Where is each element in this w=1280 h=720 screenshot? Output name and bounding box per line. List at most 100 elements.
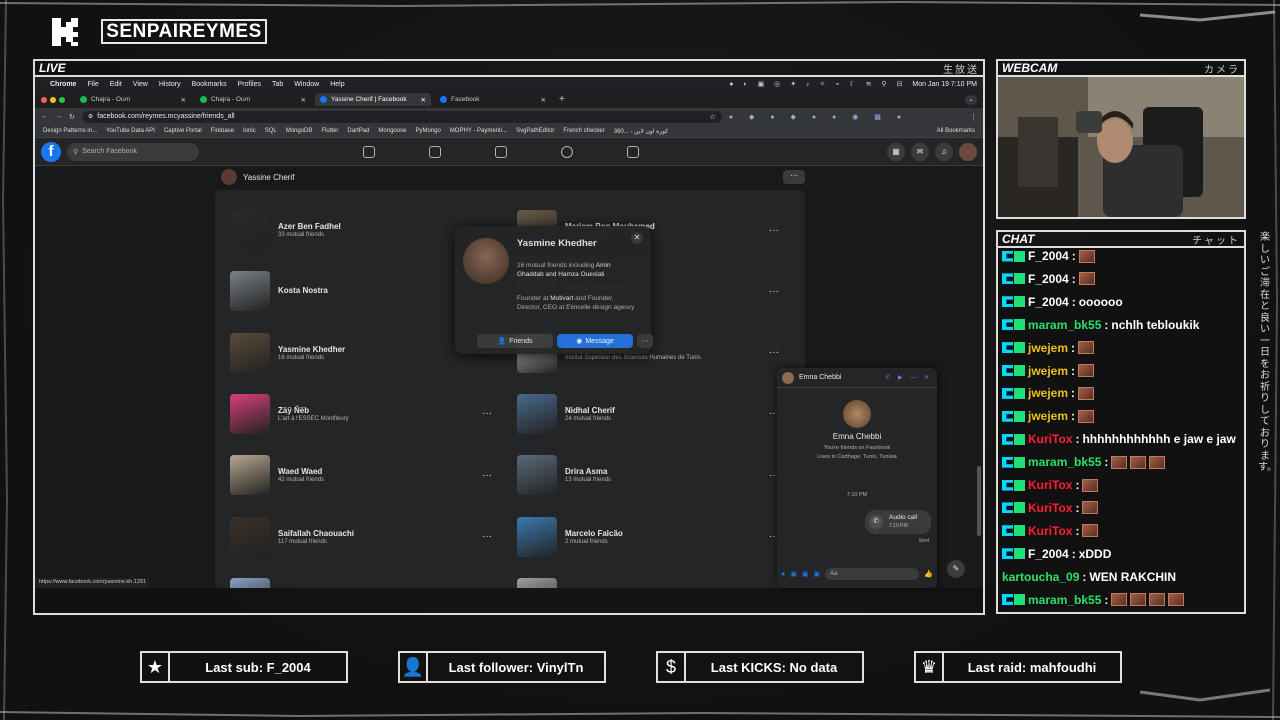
bookmark-item[interactable]: Ionic (243, 128, 256, 135)
facebook-logo-icon[interactable]: f (41, 141, 61, 162)
friend-name[interactable]: Yasmine Khedher (278, 345, 345, 354)
facebook-search[interactable]: ⚲ Search Facebook (67, 142, 199, 161)
bookmark-item[interactable]: SvgPathEditor (516, 128, 554, 135)
friend-card[interactable]: Zäÿ Ňëb L'art à l'ESSEC Montfleury ··· (230, 392, 500, 436)
chat-username[interactable]: F_2004 (1028, 249, 1069, 263)
profile-avatar[interactable] (221, 169, 237, 185)
hovercard-more-button[interactable]: ··· (637, 334, 653, 348)
chat-username[interactable]: KuriTox (1028, 501, 1072, 515)
chat-username[interactable]: jwejem (1028, 386, 1068, 400)
chat-username[interactable]: F_2004 (1028, 272, 1069, 286)
chat-username[interactable]: jwejem (1028, 364, 1068, 378)
page-scrollbar[interactable] (977, 466, 981, 536)
friend-photo[interactable] (230, 210, 270, 250)
menubar-item[interactable]: File (87, 81, 98, 88)
friend-photo[interactable] (230, 455, 270, 496)
browser-menu-icon[interactable]: ⋮ (970, 113, 977, 121)
image-icon[interactable]: ▣ (790, 570, 797, 578)
close-icon[interactable]: ✕ (631, 232, 643, 244)
bookmark-item[interactable]: MOPHY - Paymenti... (450, 128, 507, 135)
friend-name[interactable]: Azer Ben Fadhel (278, 222, 341, 231)
bookmark-item[interactable]: SQL (265, 128, 277, 135)
browser-tab[interactable]: Chajra - Oum ✕ (75, 93, 191, 106)
tab-search-icon[interactable]: ⌄ (965, 94, 977, 105)
message-button[interactable]: ◉ Message (557, 334, 633, 348)
tab-close-icon[interactable]: ✕ (181, 96, 186, 104)
friend-photo[interactable] (230, 516, 270, 557)
chat-username[interactable]: jwejem (1028, 409, 1068, 423)
friend-name[interactable]: Drira Asma (565, 467, 611, 476)
new-tab-button[interactable]: + (559, 94, 565, 105)
friend-card[interactable]: Marcelo Falcão 2 mutual friends ··· (517, 515, 787, 559)
mic-icon[interactable]: ● (781, 571, 785, 578)
tab-close-icon[interactable]: ✕ (541, 96, 546, 104)
menubar-item[interactable]: Profiles (238, 81, 261, 88)
bookmark-star-icon[interactable]: ☆ (710, 113, 716, 121)
friend-name[interactable]: Kosta Nostra (278, 286, 328, 295)
groups-icon[interactable] (561, 146, 573, 158)
friend-more-button[interactable]: ··· (769, 347, 779, 358)
friend-photo[interactable] (230, 271, 270, 312)
profile-name[interactable]: Yassine Cherif (243, 173, 294, 182)
friend-photo[interactable] (517, 516, 557, 557)
chat-controls-icons[interactable]: ✆ ▶ — ✕ (885, 374, 932, 381)
menubar-item[interactable]: Window (294, 81, 319, 88)
url-bar[interactable]: ⚙ facebook.com/reymes.mcyassine/friends_… (81, 110, 722, 123)
friend-more-button[interactable]: ··· (769, 286, 779, 297)
tab-close-icon[interactable]: ✕ (421, 96, 426, 104)
menubar-status-icons[interactable]: ● ◐ ▣ ◎ ✦ ♪ ✧ ⌁ ☾ ≋ ⚲ ⊟ (729, 80, 906, 88)
forward-icon[interactable]: → (55, 113, 62, 120)
friend-more-button[interactable]: ··· (482, 531, 492, 542)
friend-photo[interactable] (230, 577, 270, 588)
bookmark-item[interactable]: Flutter (321, 128, 338, 135)
bookmark-item[interactable]: Design Patterns in... (43, 128, 97, 135)
message-input[interactable]: Aa (825, 568, 920, 580)
sticker-icon[interactable]: ▣ (802, 570, 809, 578)
bookmark-item[interactable]: French checker (563, 128, 604, 135)
marketplace-icon[interactable] (495, 146, 507, 158)
chat-avatar[interactable] (782, 371, 794, 384)
new-message-button[interactable]: ✎ (947, 560, 965, 578)
gaming-icon[interactable] (627, 146, 639, 158)
chat-username[interactable]: KuriTox (1028, 478, 1072, 492)
friend-photo[interactable] (230, 393, 270, 434)
site-info-icon[interactable]: ⚙ (88, 113, 93, 120)
menubar-item[interactable]: Chrome (50, 81, 76, 88)
friend-more-button[interactable]: ··· (482, 408, 492, 419)
chat-username[interactable]: kartoucha_09 (1002, 570, 1079, 584)
gif-icon[interactable]: ▣ (813, 570, 820, 578)
friend-card[interactable]: Emna Selmi··· (230, 576, 500, 588)
audio-call-bubble[interactable]: ✆ Audio call 7:10 PM (865, 510, 931, 534)
friend-name[interactable]: Nidhal Cherif (565, 406, 615, 415)
chat-username[interactable]: KuriTox (1028, 524, 1072, 538)
video-icon[interactable] (429, 146, 441, 158)
menubar-item[interactable]: View (133, 81, 148, 88)
chat-username[interactable]: F_2004 (1028, 295, 1069, 309)
chat-username[interactable]: jwejem (1028, 341, 1068, 355)
bookmark-item[interactable]: كورة اون لاين - ...360 (614, 128, 668, 135)
like-icon[interactable]: 👍 (924, 570, 933, 578)
notifications-icon[interactable]: ♫ (935, 142, 953, 161)
friend-photo[interactable] (230, 332, 270, 373)
friend-card[interactable]: Nidhal Cherif 24 mutual friends ··· (517, 392, 787, 436)
friend-card[interactable]: Wafa Bouzguiba··· (517, 576, 787, 588)
menubar-item[interactable]: History (159, 81, 181, 88)
friend-name[interactable]: Marcelo Falcão (565, 529, 623, 538)
bookmark-item[interactable]: Captive Portal (164, 128, 202, 135)
messenger-icon[interactable]: ✉ (911, 142, 929, 161)
bookmark-item[interactable]: Mongoose (378, 128, 406, 135)
bookmark-item[interactable]: YouTube Data API (106, 128, 155, 135)
friend-card[interactable]: Waed Waed 42 mutual friends ··· (230, 453, 500, 497)
hovercard-avatar[interactable] (463, 238, 509, 284)
friend-more-button[interactable]: ··· (769, 225, 779, 236)
friend-photo[interactable] (517, 393, 557, 434)
menubar-item[interactable]: Edit (110, 81, 122, 88)
chat-username[interactable]: KuriTox (1028, 432, 1072, 446)
chat-username[interactable]: maram_bk55 (1028, 318, 1101, 332)
chat-username[interactable]: maram_bk55 (1028, 455, 1101, 469)
friend-name[interactable]: Saifallah Chaouachi (278, 529, 354, 538)
back-icon[interactable]: ← (41, 113, 48, 120)
friend-photo[interactable] (517, 455, 557, 496)
hovercard-name[interactable]: Yasmine Khedher (517, 238, 597, 249)
friend-more-button[interactable]: ··· (482, 470, 492, 481)
